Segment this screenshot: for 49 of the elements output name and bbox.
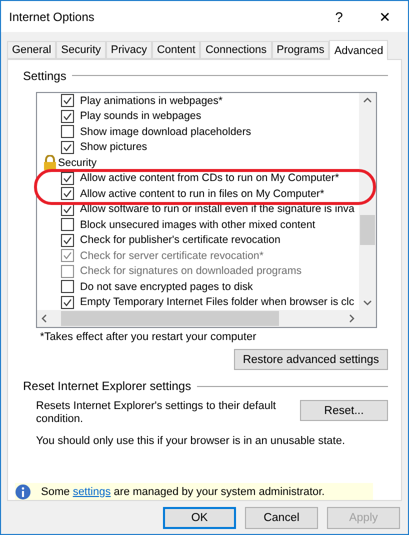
tab[interactable]: Security [56,41,106,59]
help-button[interactable]: ? [316,8,362,24]
reset-button[interactable]: Reset... [300,400,388,422]
option-label: Block unsecured images with other mixed content [80,218,316,231]
checkbox[interactable] [61,218,74,232]
checkbox[interactable] [61,110,74,123]
option-label: Allow active content from CDs to run on My Computer* [80,172,339,184]
dialog-button[interactable]: OK [163,507,236,529]
option-label: Allow active content to run in files on My Computer* [80,188,324,200]
checkbox[interactable] [61,94,74,108]
reset-note: You should only use this if your browser is in an unusable state. [35,435,346,448]
vertical-scrollbar[interactable] [359,92,376,310]
horizontal-scrollbar[interactable] [37,310,359,328]
scrollbar-thumb[interactable] [360,214,375,245]
group-title: Reset Internet Explorer settings [23,379,192,394]
checkbox[interactable] [61,280,74,294]
tab[interactable]: Content [152,41,200,59]
option-label: Play sounds in webpages [80,110,202,122]
close-button[interactable]: ✕ [362,8,408,24]
checkbox[interactable] [61,172,74,185]
footnote: *Takes effect after you restart your computer [40,331,258,344]
option-label: Empty Temporary Internet Files folder when browser is clc [80,296,354,308]
category-label: Security [58,156,97,169]
settings-link[interactable]: settings [72,486,111,498]
tab[interactable]: Privacy [106,41,152,59]
option-label: Play animations in webpages* [80,94,223,107]
option-label: Check for server certificate revocation* [80,250,264,262]
tab[interactable]: Connections [200,41,272,59]
window-title: Internet Options [9,10,96,24]
option-label: Check for signatures on downloaded programs [80,265,302,278]
option-label: Show pictures [80,141,148,154]
tab[interactable]: General [7,41,56,59]
checkbox[interactable] [61,140,74,154]
checkbox[interactable] [61,187,74,200]
checkbox[interactable] [61,125,74,138]
tab[interactable]: Advanced [329,40,388,60]
reset-description: Resets Internet Explorer's settings to their default condition. [36,400,277,426]
option-label: Do not save encrypted pages to disk [80,280,253,293]
dialog-button[interactable]: Cancel [245,507,318,529]
checkbox[interactable] [61,296,74,309]
lock-icon [43,155,57,170]
tab[interactable]: Programs [272,41,330,59]
group-title: Settings [23,68,66,83]
option-label: Show image download placeholders [80,126,252,138]
restore-button[interactable]: Restore advanced settings [234,349,388,370]
info-message: Some settings are managed by your system administrator. [40,486,325,498]
checkbox[interactable] [61,234,74,247]
option-label: Check for publisher's certificate revocation [80,234,280,246]
scrollbar-thumb[interactable] [61,311,279,326]
